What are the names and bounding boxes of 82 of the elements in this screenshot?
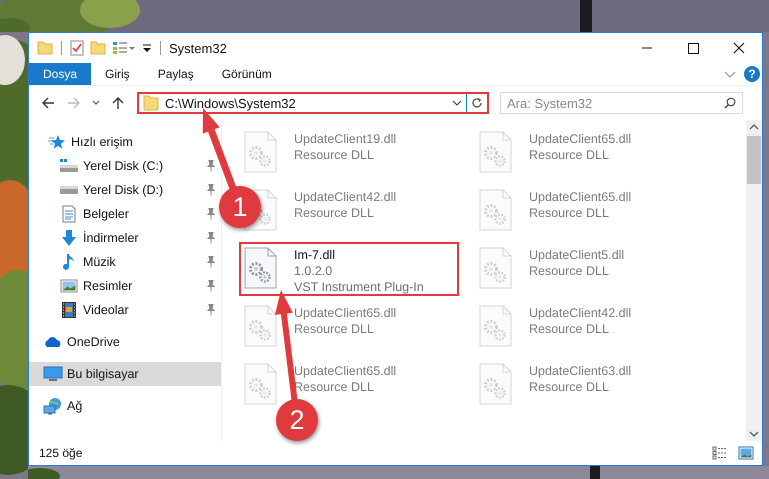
file-detail: Resource DLL bbox=[294, 321, 375, 337]
sidebar-item[interactable]: Hızlı erişim bbox=[47, 130, 133, 154]
up-arrow-icon bbox=[112, 96, 124, 110]
search-field[interactable]: Ara: System32 bbox=[500, 92, 743, 114]
scroll-up-icon[interactable] bbox=[749, 124, 759, 130]
pictures-icon bbox=[60, 279, 78, 293]
gear-file-icon[interactable] bbox=[244, 247, 277, 289]
forward-arrow-icon bbox=[67, 97, 81, 109]
sidebar-item[interactable]: OneDrive bbox=[43, 330, 120, 354]
file-detail: Resource DLL bbox=[529, 321, 610, 337]
maximize-icon bbox=[688, 42, 698, 54]
new-folder-icon[interactable] bbox=[90, 41, 106, 55]
file-detail: 1.0.2.0 bbox=[294, 263, 334, 279]
folder-icon bbox=[143, 95, 159, 111]
sidebar-item[interactable]: Müzik bbox=[59, 250, 116, 274]
window-title: System32 bbox=[169, 40, 227, 56]
close-icon bbox=[733, 42, 745, 54]
videos-icon bbox=[61, 301, 77, 319]
file-name[interactable]: UpdateClient19.dll bbox=[294, 131, 396, 147]
sidebar-item[interactable]: Yerel Disk (C:) bbox=[59, 154, 164, 178]
refresh-icon bbox=[471, 97, 483, 109]
ribbon-tab[interactable]: Paylaş bbox=[144, 63, 208, 85]
file-detail: Resource DLL bbox=[529, 147, 610, 163]
sidebar-item[interactable]: Yerel Disk (D:) bbox=[59, 178, 164, 202]
file-detail: Resource DLL bbox=[529, 379, 610, 395]
file-detail: Resource DLL bbox=[294, 147, 375, 163]
file-name[interactable]: UpdateClient63.dll bbox=[529, 363, 632, 379]
dropdown-icon[interactable] bbox=[452, 100, 462, 106]
file-detail: Resource DLL bbox=[294, 205, 375, 221]
pin-icon[interactable] bbox=[207, 280, 215, 292]
sidebar-item[interactable]: Videolar bbox=[59, 298, 129, 322]
customize-icon[interactable] bbox=[142, 42, 152, 54]
folder-icon[interactable] bbox=[37, 41, 53, 55]
scrollbar[interactable] bbox=[746, 120, 762, 441]
file-name[interactable]: UpdateClient65.dll bbox=[294, 305, 396, 321]
file-detail: Resource DLL bbox=[529, 263, 610, 279]
pin-icon[interactable] bbox=[207, 232, 215, 244]
file-name[interactable]: UpdateClient65.dll bbox=[294, 363, 396, 379]
cloud-icon bbox=[43, 335, 63, 349]
view-dropdown-icon[interactable] bbox=[112, 41, 136, 55]
network-icon bbox=[43, 397, 63, 415]
documents-icon bbox=[61, 205, 77, 223]
minimize-icon bbox=[641, 47, 653, 49]
file-name[interactable]: UpdateClient5.dll bbox=[529, 247, 624, 263]
drive-icon bbox=[59, 186, 79, 194]
ribbon-tab[interactable]: Dosya bbox=[29, 63, 92, 85]
pin-icon[interactable] bbox=[207, 256, 215, 268]
item-count: 125 öğe bbox=[39, 446, 82, 460]
pin-icon[interactable] bbox=[207, 208, 215, 220]
sidebar-item[interactable]: Ağ bbox=[43, 394, 82, 418]
chevron-icon[interactable] bbox=[724, 70, 736, 78]
system-drive-icon bbox=[59, 159, 79, 173]
file-detail: Resource DLL bbox=[529, 205, 610, 221]
file-detail: VST Instrument Plug-In bbox=[294, 279, 424, 295]
caret-icon bbox=[92, 100, 100, 106]
ribbon-tab[interactable]: Giriş bbox=[91, 63, 144, 85]
sidebar-item[interactable]: Bu bilgisayar bbox=[29, 362, 221, 386]
pin-icon[interactable] bbox=[207, 304, 215, 316]
sidebar-item[interactable]: Resimler bbox=[59, 274, 132, 298]
sidebar-item[interactable]: İndirmeler bbox=[59, 226, 139, 250]
ribbon-tab[interactable]: Görünüm bbox=[208, 63, 286, 85]
details-view-icon[interactable] bbox=[712, 446, 728, 460]
back-arrow-icon bbox=[41, 97, 55, 109]
downloads-icon bbox=[60, 229, 78, 247]
file-name[interactable]: Im-7.dll bbox=[294, 247, 424, 263]
address-bar[interactable]: C:\Windows\System32 bbox=[137, 92, 489, 114]
sidebar-item[interactable]: Belgeler bbox=[59, 202, 129, 226]
pin-icon[interactable] bbox=[207, 184, 215, 196]
file-name[interactable]: UpdateClient65.dll bbox=[529, 131, 632, 147]
file-name[interactable]: UpdateClient42.dll bbox=[529, 305, 632, 321]
computer-icon bbox=[43, 366, 63, 382]
help-button[interactable]: ? bbox=[744, 66, 760, 82]
checklist-icon[interactable] bbox=[70, 40, 84, 56]
star-icon bbox=[48, 134, 66, 150]
file-name[interactable]: UpdateClient65.dll bbox=[529, 189, 632, 205]
scrollbar-thumb[interactable] bbox=[747, 136, 761, 184]
search-icon[interactable] bbox=[724, 97, 736, 109]
scroll-down-icon[interactable] bbox=[749, 431, 759, 437]
pin-icon[interactable] bbox=[207, 160, 215, 172]
music-icon bbox=[62, 253, 76, 271]
file-name[interactable]: UpdateClient42.dll bbox=[294, 189, 396, 205]
tiles-view-icon[interactable] bbox=[738, 446, 754, 460]
